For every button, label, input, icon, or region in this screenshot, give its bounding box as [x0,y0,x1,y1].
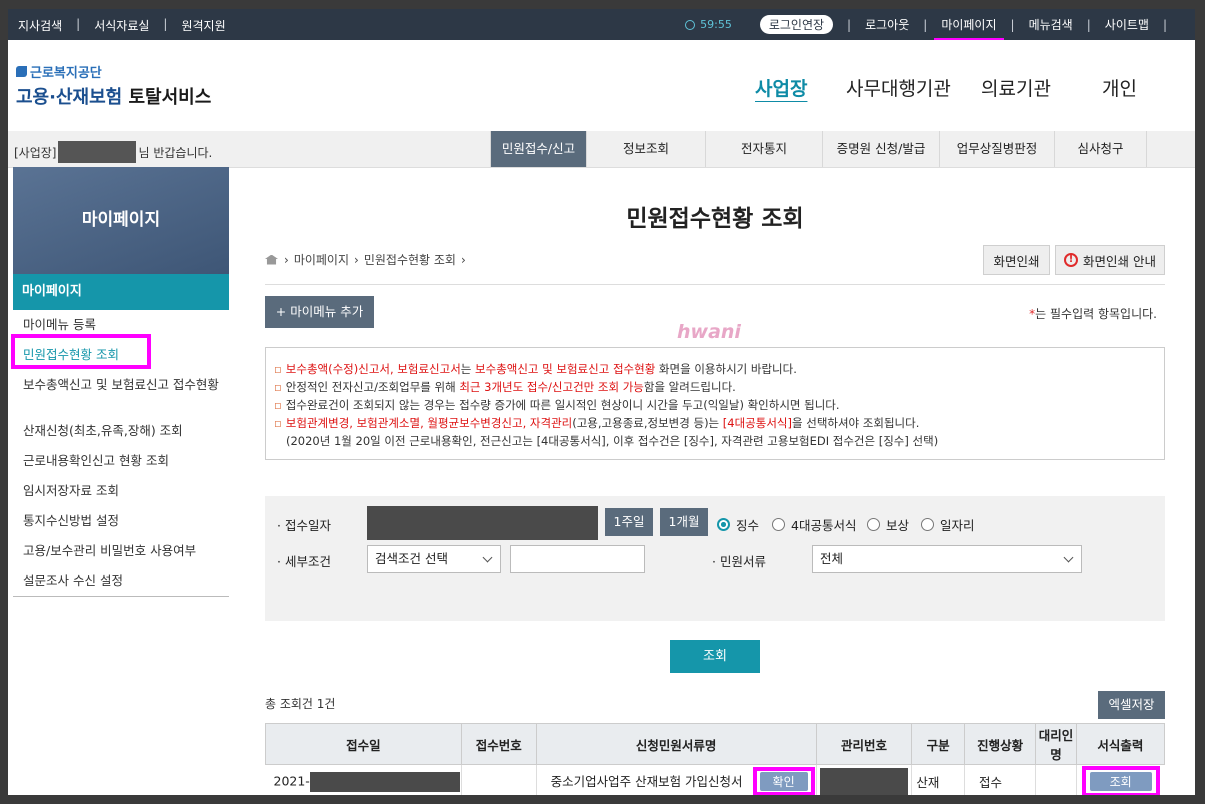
col-doc-name: 신청민원서류명 [535,723,817,765]
highlight-lnb-civil-status [11,334,151,369]
tab-civil-receipt[interactable]: 민원접수/신고 [490,131,586,167]
lnb-item-survey[interactable]: 설문조사 수신 설정 [13,566,229,596]
detail-condition-input[interactable] [510,545,645,573]
extend-login-button[interactable]: 로그인연장 [759,15,834,34]
link-remote-support[interactable]: 원격지원 [181,17,225,34]
lnb-item-temp-saved[interactable]: 임시저장자료 조회 [13,476,229,506]
logo-mark-icon [16,66,27,77]
link-sitemap[interactable]: 사이트맵 [1105,16,1149,33]
col-receipt-date: 접수일 [265,723,462,765]
lnb-item-work-confirm[interactable]: 근로내용확인신고 현황 조회 [13,446,229,476]
link-menu-search[interactable]: 메뉴검색 [1029,16,1073,33]
lnb-banner: 마이페이지 [13,167,229,274]
cell-date: 2021- [265,764,462,795]
add-mymenu-button[interactable]: + 마이메뉴 추가 [265,296,374,328]
gnb-agency[interactable]: 사무대행기관 [846,74,951,101]
col-status: 진행상황 [964,723,1037,765]
gnb-personal[interactable]: 개인 [1102,74,1137,101]
lnb-item-notice-method[interactable]: 통지수신방법 설정 [13,506,229,536]
doc-type-select[interactable]: 전체 [812,545,1082,573]
radio-collection[interactable]: 징수 [717,515,759,534]
lnb-item-accident-claim[interactable]: 산재신청(최초,유족,장해) 조회 [13,416,229,446]
radio-compensation[interactable]: 보상 [867,515,909,534]
redacted-manage-no [819,767,908,795]
cell-type: 산재 [911,764,965,795]
site-header: 근로복지공단 고용·산재보험 토탈서비스 사업장 사무대행기관 의료기관 개인 [8,40,1195,132]
site-logo[interactable]: 근로복지공단 고용·산재보험 토탈서비스 [16,62,211,109]
home-icon[interactable] [265,254,278,265]
detail-condition-select[interactable]: 검색조건 선택 [367,545,501,573]
cell-print: 조회 [1075,764,1165,795]
search-submit-button[interactable]: 조회 [670,640,760,673]
date-label: · 접수일자 [277,518,331,533]
alert-icon: ! [1064,253,1078,267]
required-note: *는 필수입력 항목입니다. [1029,307,1157,321]
excel-save-button[interactable]: 엑셀저장 [1098,691,1165,719]
radio-jobs[interactable]: 일자리 [921,515,975,534]
one-week-button[interactable]: 1주일 [605,508,653,536]
confirm-button[interactable]: 확인 [759,772,808,791]
left-navigation: 마이페이지 마이페이지 마이메뉴 등록 민원접수현황 조회 보수총액신고 및 보… [13,167,229,597]
main-content: 민원접수현황 조회 › 마이페이지 › 민원접수현황 조회 › 화면인쇄 ! 화면… [265,167,1166,795]
redacted-date-range[interactable] [367,506,598,540]
redacted-company-name [58,141,137,163]
table-row: 2021- 중소기업사업주 산재보험 가입신청서 확인 산재 접수 조회 [265,764,1165,795]
clock-icon [685,19,696,30]
view-print-button[interactable]: 조회 [1089,772,1152,791]
utility-bar: 지사검색 | 서식자료실 | 원격지원 59:55 로그인연장 | 로그아웃 |… [8,9,1195,44]
cell-manage-no [815,764,912,795]
lnb-item-payroll-report[interactable]: 보수총액신고 및 보험료신고 접수현황 [13,370,229,416]
link-logout[interactable]: 로그아웃 [865,16,909,33]
page-title: 민원접수현황 조회 [626,206,804,232]
cell-agent [1035,764,1077,795]
watermark: hwani [677,321,741,343]
tab-info-inquiry[interactable]: 정보조회 [586,131,705,167]
link-mypage[interactable]: 마이페이지 [934,16,1004,44]
results-table: 접수일 접수번호 신청민원서류명 관리번호 구분 진행상황 대리인명 서식출력 … [265,723,1166,795]
tab-certificate[interactable]: 증명원 신청/발급 [822,131,939,167]
notice-box: ▫ 보수총액(수정)신고서, 보험료신고서는 보수총액신고 및 보험료신고 접수현… [265,347,1165,460]
result-count: 총 조회건 1건 [265,697,336,711]
sub-navigation-bar: [사업장] 님 반갑습니다. 민원접수/신고 정보조회 전자통지 증명원 신청/… [8,131,1195,168]
radio-common-form[interactable]: 4대공통서식 [772,515,856,534]
breadcrumb-mypage[interactable]: 마이페이지 [294,251,349,268]
detail-label: · 세부조건 [277,554,331,569]
one-month-button[interactable]: 1개월 [660,508,708,536]
redacted-receipt [309,771,460,792]
print-guide-button[interactable]: ! 화면인쇄 안내 [1055,245,1165,275]
cell-status: 접수 [964,764,1036,795]
cell-doc-name: 중소기업사업주 산재보험 가입신청서 확인 [535,764,817,795]
cell-receipt-no [460,764,537,795]
print-button[interactable]: 화면인쇄 [983,245,1050,275]
col-agent: 대리인명 [1035,723,1077,765]
lnb-item-password[interactable]: 고용/보수관리 비밀번호 사용여부 [13,536,229,566]
tab-occupational-disease[interactable]: 업무상질병판정 [939,131,1054,167]
lnb-category[interactable]: 마이페이지 [13,274,229,310]
col-receipt-no: 접수번호 [460,723,537,765]
gnb-medical[interactable]: 의료기관 [981,74,1051,101]
tab-e-notice[interactable]: 전자통지 [705,131,822,167]
link-form-library[interactable]: 서식자료실 [94,17,149,34]
session-timer: 59:55 [685,18,732,31]
browser-viewport: 지사검색 | 서식자료실 | 원격지원 59:55 로그인연장 | 로그아웃 |… [8,9,1195,795]
tab-review-request[interactable]: 심사청구 [1054,131,1147,167]
gnb-business[interactable]: 사업장 [755,74,807,101]
link-branch-search[interactable]: 지사검색 [18,17,62,34]
col-print: 서식출력 [1075,723,1166,765]
greeting: [사업장] 님 반갑습니다. [14,141,212,163]
search-form: · 접수일자 1주일 1개월 징수 4대공통서식 보상 일자리 · 세부조건 검… [265,496,1165,621]
breadcrumb: › 마이페이지 › 민원접수현황 조회 › [265,251,466,268]
breadcrumb-current[interactable]: 민원접수현황 조회 [364,251,456,268]
col-type: 구분 [911,723,966,765]
doc-label: · 민원서류 [712,554,766,569]
col-manage-no: 관리번호 [815,723,913,765]
